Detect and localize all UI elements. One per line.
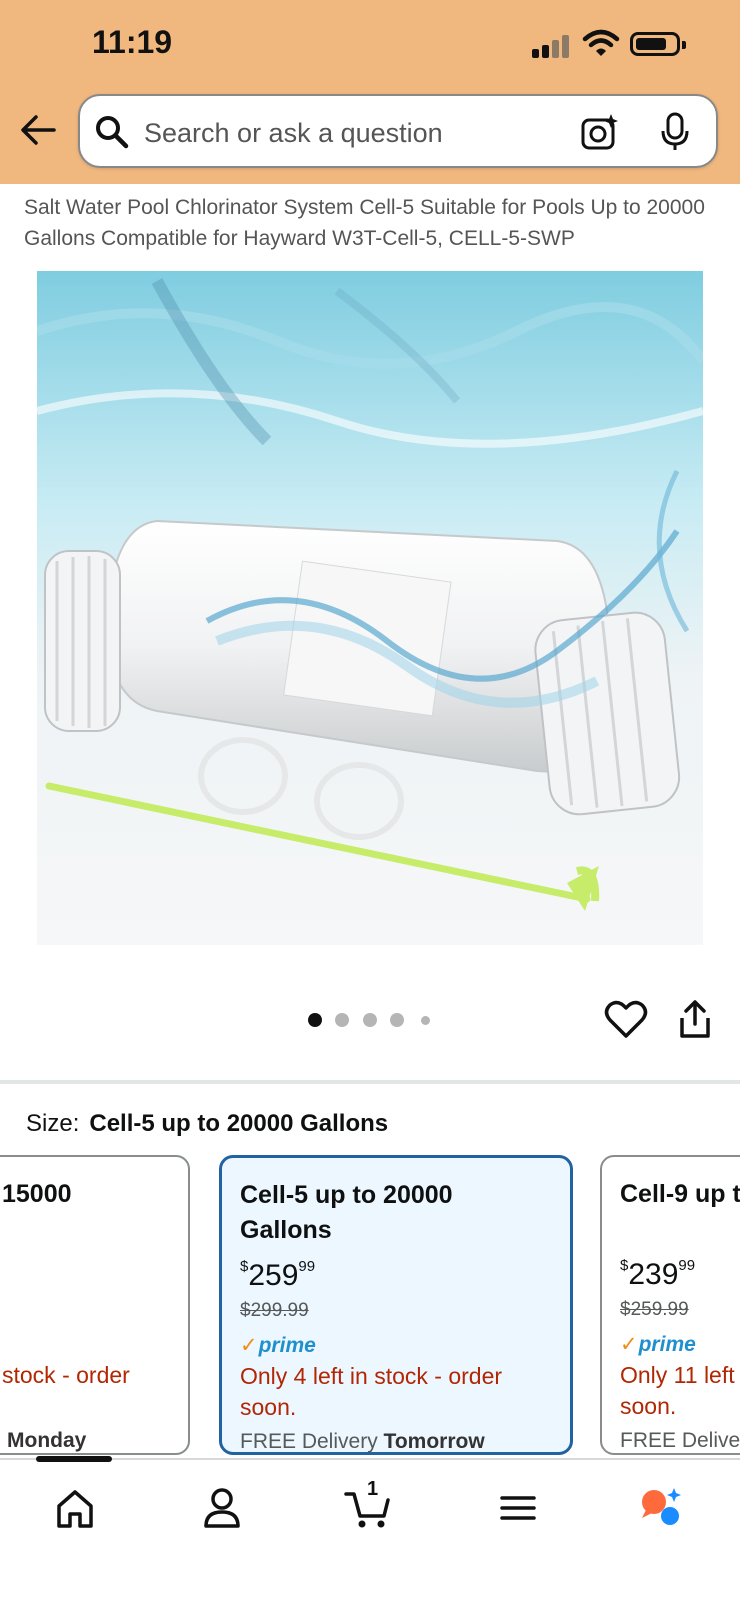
prime-badge: ✓prime xyxy=(620,1333,696,1356)
delivery-info: FREE Delive xyxy=(620,1429,740,1452)
size-option-card-selected[interactable]: Cell-5 up to 20000 Gallons $25999 $299.9… xyxy=(219,1155,573,1455)
carousel-dot[interactable] xyxy=(421,1016,430,1025)
search-placeholder: Search or ask a question xyxy=(144,118,443,148)
camera-search-icon[interactable] xyxy=(580,112,622,152)
product-title[interactable]: Salt Water Pool Chlorinator System Cell-… xyxy=(24,192,724,254)
home-icon[interactable] xyxy=(45,1482,105,1534)
battery-icon xyxy=(630,32,686,56)
back-arrow-icon[interactable] xyxy=(18,110,58,150)
size-label: Size: xyxy=(26,1110,80,1137)
microphone-icon[interactable] xyxy=(660,112,690,152)
price: $25999 xyxy=(240,1258,316,1292)
size-option-title: Cell-9 up t Gallons xyxy=(620,1180,740,1208)
header: 11:19 Search or ask a question xyxy=(0,0,740,184)
size-option-card[interactable]: 15000 stock - order Monday xyxy=(0,1155,190,1455)
menu-icon[interactable] xyxy=(488,1482,548,1534)
product-photo-salt-cell xyxy=(37,271,703,945)
image-carousel-dots[interactable] xyxy=(308,1013,438,1029)
price: $23999 xyxy=(620,1257,696,1291)
rufus-icon[interactable] xyxy=(632,1482,692,1534)
size-selector-header: Size: Cell-5 up to 20000 Gallons xyxy=(26,1110,388,1138)
selected-size: Cell-5 up to 20000 Gallons xyxy=(89,1110,389,1137)
search-input[interactable]: Search or ask a question xyxy=(78,94,718,168)
active-tab-indicator xyxy=(36,1456,112,1462)
status-time: 11:19 xyxy=(92,24,173,60)
list-price: $259.99 xyxy=(620,1299,689,1320)
search-icon xyxy=(96,116,129,149)
wifi-icon xyxy=(582,29,620,56)
cellular-signal-icon xyxy=(532,34,572,58)
delivery-info: Monday xyxy=(7,1429,87,1452)
account-icon[interactable] xyxy=(192,1482,252,1534)
stock-status: Only 4 left in stock - order soon. xyxy=(240,1363,503,1420)
list-price: $299.99 xyxy=(240,1300,309,1321)
share-icon[interactable] xyxy=(678,1000,712,1040)
carousel-dot[interactable] xyxy=(363,1013,377,1027)
carousel-dot[interactable] xyxy=(308,1013,322,1027)
app: 11:19 Search or ask a question Salt Wate… xyxy=(0,0,740,1600)
prime-badge: ✓prime xyxy=(240,1334,316,1357)
cart-count: 1 xyxy=(367,1478,379,1500)
product-image[interactable] xyxy=(37,271,703,945)
divider xyxy=(0,1080,740,1084)
heart-icon[interactable] xyxy=(604,1000,648,1040)
carousel-dot[interactable] xyxy=(390,1013,404,1027)
stock-status: Only 11 left i soon. xyxy=(620,1362,740,1419)
stock-status: stock - order xyxy=(2,1362,130,1388)
delivery-info: FREE Delivery Tomorrow xyxy=(240,1430,485,1453)
size-option-title: Cell-5 up to 20000 Gallons xyxy=(240,1181,453,1244)
carousel-dot[interactable] xyxy=(335,1013,349,1027)
size-option-title: 15000 xyxy=(2,1180,72,1208)
bottom-nav: 1 xyxy=(0,1456,740,1600)
cart-button[interactable]: 1 xyxy=(340,1478,400,1534)
size-option-card[interactable]: Cell-9 up t Gallons $23999 $259.99 ✓prim… xyxy=(600,1155,740,1455)
